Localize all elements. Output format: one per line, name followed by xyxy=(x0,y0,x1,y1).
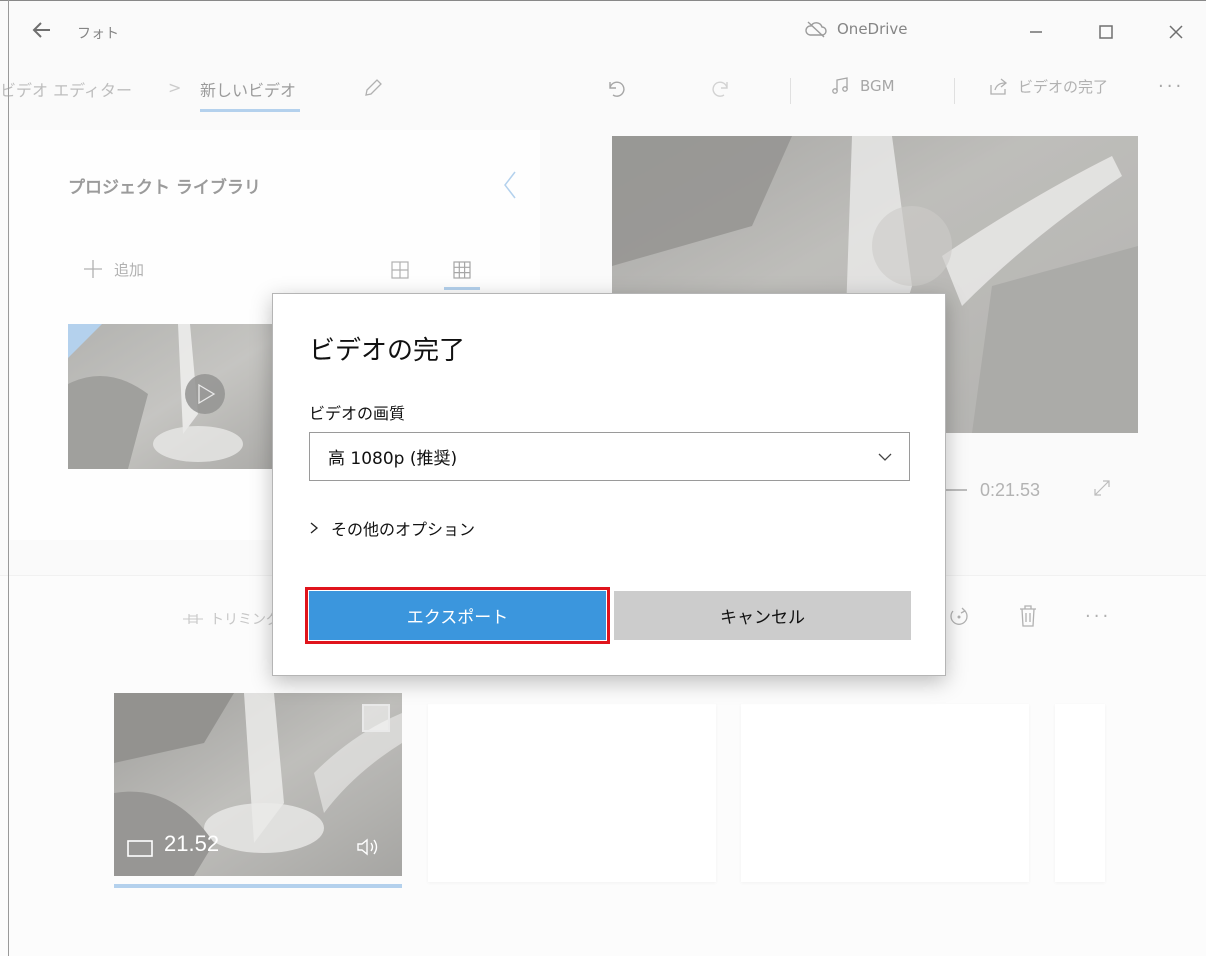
more-options-label: その他のオプション xyxy=(331,520,476,539)
cancel-button[interactable]: キャンセル xyxy=(614,591,911,640)
export-button[interactable]: エクスポート xyxy=(305,587,610,644)
more-options-toggle[interactable]: その他のオプション xyxy=(309,516,475,540)
window-border-top xyxy=(0,0,1206,1)
quality-label: ビデオの画質 xyxy=(309,404,406,423)
chevron-right-icon xyxy=(310,522,319,534)
window-border-left xyxy=(8,0,9,956)
photos-app-window: フォト OneDrive ビデオ エディター > 新しいビデオ BGM ビデオの… xyxy=(0,0,1206,956)
finish-video-dialog: ビデオの完了 ビデオの画質 高 1080p (推奨) その他のオプション エクス… xyxy=(272,293,946,676)
dialog-title: ビデオの完了 xyxy=(309,336,466,366)
quality-dropdown[interactable]: 高 1080p (推奨) xyxy=(309,432,910,481)
chevron-down-icon xyxy=(878,453,892,461)
quality-value: 高 1080p (推奨) xyxy=(328,449,458,469)
